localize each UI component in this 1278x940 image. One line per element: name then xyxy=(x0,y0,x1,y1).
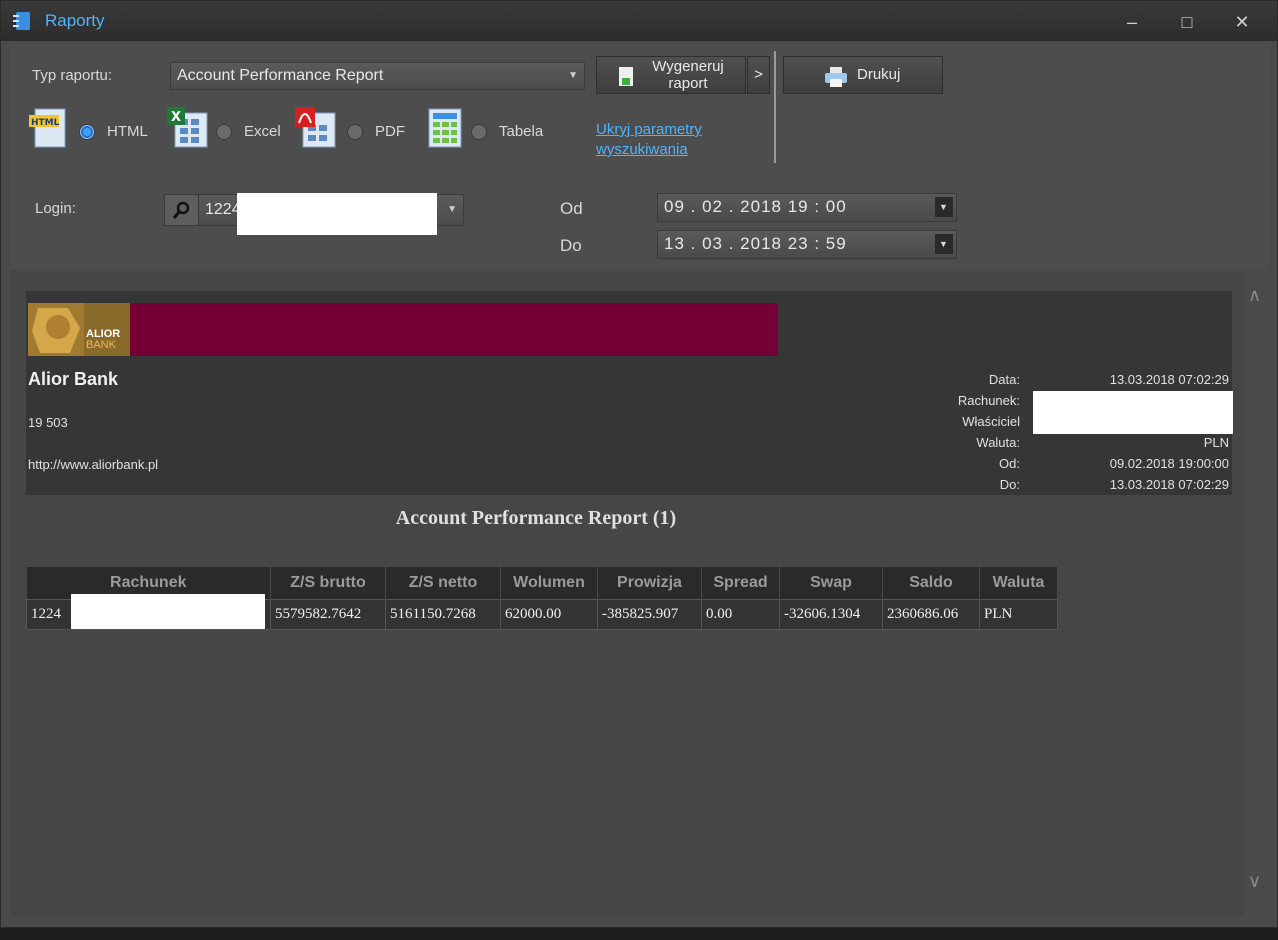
svg-text:X: X xyxy=(171,110,181,125)
login-value: 1224 xyxy=(205,201,241,218)
pdf-file-icon xyxy=(295,107,336,148)
bank-banner: ALIOR BANK xyxy=(28,303,778,356)
col-commission: Prowizja xyxy=(597,567,702,599)
report-type-select[interactable]: Account Performance Report ▼ xyxy=(170,62,585,90)
format-excel-label: Excel xyxy=(244,123,281,140)
generate-label-line2: raport xyxy=(668,75,708,92)
scroll-down-icon[interactable]: ∨ xyxy=(1248,871,1261,892)
format-html-label: HTML xyxy=(107,123,148,140)
minimize-icon: – xyxy=(1126,12,1137,32)
cell-spread: 0.00 xyxy=(701,598,780,630)
format-table-radio[interactable] xyxy=(471,124,487,140)
bank-code: 19 503 xyxy=(28,415,68,430)
redacted-account-number xyxy=(71,594,265,629)
from-date-picker[interactable]: 09 . 02 . 2018 19 : 00 ▼ xyxy=(657,193,957,222)
bank-name: Alior Bank xyxy=(28,369,119,389)
chevron-down-icon: ▼ xyxy=(568,70,578,81)
hide-search-params-link[interactable]: Ukryj parametry wyszukiwania xyxy=(596,120,702,160)
login-label: Login: xyxy=(35,200,76,217)
chevron-right-icon: > xyxy=(754,66,763,83)
title-bar[interactable]: Raporty – □ ✕ xyxy=(1,1,1277,41)
report-header: ALIOR BANK Alior Bank 19 503 http://www.… xyxy=(26,291,1233,495)
meta-key-from: Od: xyxy=(999,456,1020,471)
cell-swap: -32606.1304 xyxy=(779,598,883,630)
bank-url: http://www.aliorbank.pl xyxy=(28,457,159,472)
meta-value-to: 13.03.2018 07:02:29 xyxy=(1109,477,1229,492)
maximize-button[interactable]: □ xyxy=(1172,9,1202,35)
login-search-button[interactable] xyxy=(165,195,199,225)
report-title: Account Performance Report (1) xyxy=(395,507,677,529)
to-date-picker[interactable]: 13 . 03 . 2018 23 : 59 ▼ xyxy=(657,230,957,259)
to-date-value: 13 . 03 . 2018 23 : 59 xyxy=(664,234,847,253)
cell-net-pl: 5161150.7268 xyxy=(385,598,501,630)
report-preview[interactable]: ALIOR BANK Alior Bank 19 503 http://www.… xyxy=(11,271,1244,917)
print-button[interactable]: Drukuj xyxy=(783,56,943,94)
from-label: Od xyxy=(560,199,583,218)
cell-commission: -385825.907 xyxy=(597,598,702,630)
meta-key-owner: Właściciel xyxy=(962,414,1020,429)
table-file-icon xyxy=(428,108,462,148)
col-currency: Waluta xyxy=(979,567,1058,599)
close-button[interactable]: ✕ xyxy=(1227,9,1257,35)
logo-text-bank: BANK xyxy=(86,339,116,351)
calendar-dropdown-icon[interactable]: ▼ xyxy=(935,234,953,254)
meta-value-date: 13.03.2018 07:02:29 xyxy=(1109,372,1229,387)
notebook-icon xyxy=(13,12,30,30)
format-pdf-label: PDF xyxy=(375,123,405,140)
alior-bank-logo: ALIOR BANK xyxy=(28,303,130,356)
hide-link-line1: Ukryj parametry xyxy=(596,121,702,138)
lion-head-icon xyxy=(28,303,84,356)
col-swap: Swap xyxy=(779,567,883,599)
generate-document-icon xyxy=(619,67,633,86)
generate-label-line1: Wygeneruj xyxy=(652,58,724,75)
toolbar-divider xyxy=(774,51,776,163)
meta-key-account: Rachunek: xyxy=(957,393,1020,408)
format-html-radio[interactable] xyxy=(79,124,95,140)
print-label: Drukuj xyxy=(857,66,901,83)
meta-value-from: 09.02.2018 19:00:00 xyxy=(1109,456,1229,471)
cell-gross-pl: 5579582.7642 xyxy=(270,598,386,630)
close-icon: ✕ xyxy=(1234,12,1250,32)
to-label: Do xyxy=(560,236,582,255)
hide-link-line2: wyszukiwania xyxy=(596,141,688,158)
report-type-label: Typ raportu: xyxy=(32,67,113,84)
window-title: Raporty xyxy=(45,11,105,30)
excel-file-icon: X xyxy=(167,107,208,148)
col-balance: Saldo xyxy=(882,567,980,599)
meta-key-currency: Waluta: xyxy=(976,435,1020,450)
printer-icon xyxy=(825,67,847,87)
format-excel-radio[interactable] xyxy=(216,124,232,140)
scroll-up-icon[interactable]: ∧ xyxy=(1248,285,1261,306)
cell-currency: PLN xyxy=(979,598,1058,630)
minimize-button[interactable]: – xyxy=(1117,9,1147,35)
maximize-icon: □ xyxy=(1181,12,1193,32)
col-gross-pl: Z/S brutto xyxy=(270,567,386,599)
from-date-value: 09 . 02 . 2018 19 : 00 xyxy=(664,197,847,216)
vertical-scrollbar[interactable]: ∧ ∨ xyxy=(1244,271,1272,917)
meta-key-date: Data: xyxy=(988,372,1020,387)
report-type-value: Account Performance Report xyxy=(177,67,384,84)
col-net-pl: Z/S netto xyxy=(385,567,501,599)
col-spread: Spread xyxy=(701,567,780,599)
col-volume: Wolumen xyxy=(500,567,598,599)
search-parameters-panel: Typ raportu: Account Performance Report … xyxy=(11,43,1269,269)
svg-text:HTML: HTML xyxy=(31,118,60,128)
redacted-login xyxy=(237,193,437,235)
generate-report-button[interactable]: Wygeneruj raport xyxy=(596,56,746,94)
search-icon xyxy=(173,201,190,219)
calendar-dropdown-icon[interactable]: ▼ xyxy=(935,197,953,217)
generate-options-button[interactable]: > xyxy=(747,56,770,94)
reports-window: Raporty – □ ✕ Typ raportu: Account Perfo… xyxy=(0,0,1278,928)
html-file-icon: HTML xyxy=(29,108,66,148)
format-table-label: Tabela xyxy=(499,123,544,140)
cell-balance: 2360686.06 xyxy=(882,598,980,630)
format-pdf-radio[interactable] xyxy=(347,124,363,140)
meta-value-currency: PLN xyxy=(1203,435,1229,450)
redacted-account-owner xyxy=(1033,391,1233,434)
meta-key-to: Do: xyxy=(999,477,1020,492)
cell-volume: 62000.00 xyxy=(500,598,598,630)
chevron-down-icon: ▼ xyxy=(447,204,457,215)
